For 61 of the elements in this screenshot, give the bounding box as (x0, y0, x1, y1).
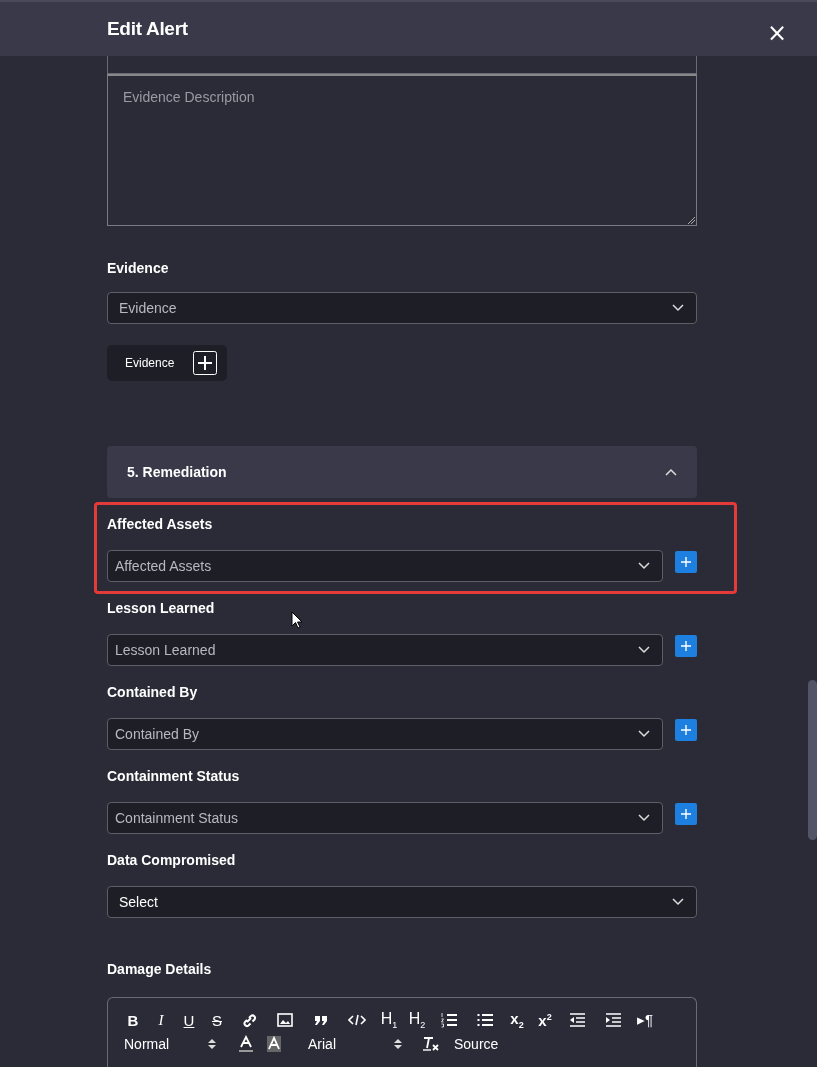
toolbar-button[interactable]: U (180, 1011, 198, 1029)
plus-icon (680, 808, 692, 820)
clear-format-icon[interactable] (422, 1036, 440, 1052)
cursor-icon (291, 611, 303, 629)
bullet-list-icon[interactable] (476, 1011, 494, 1029)
toolbar-button[interactable]: S (208, 1011, 226, 1029)
add-button[interactable] (675, 719, 697, 741)
add-button[interactable] (675, 803, 697, 825)
field-label: Containment Status (107, 768, 241, 785)
scrollbar[interactable] (808, 680, 817, 840)
section-header[interactable]: 5. Remediation (107, 446, 697, 498)
outdent-icon[interactable] (568, 1011, 586, 1029)
field-label: Evidence (107, 260, 170, 277)
add-button[interactable] (675, 551, 697, 573)
select-field[interactable]: Contained By (107, 718, 663, 750)
select-field[interactable]: Select (107, 886, 697, 918)
close-button[interactable]: × (766, 19, 787, 47)
resize-grip-icon[interactable] (687, 216, 695, 224)
plus-icon (680, 556, 692, 568)
chevron-down-icon (638, 562, 650, 570)
chevron-down-icon (638, 814, 650, 822)
add-button[interactable] (675, 635, 697, 657)
indent-icon[interactable] (604, 1011, 622, 1029)
chevron-down-icon (672, 898, 684, 906)
field-label: Affected Assets (107, 516, 214, 533)
source-button[interactable]: Source (454, 1036, 499, 1052)
chevron-down-icon (672, 304, 684, 312)
toolbar-button[interactable]: H$_{1}$ (380, 1009, 398, 1031)
select-field[interactable]: Affected Assets (107, 550, 663, 582)
section-title: 5. Remediation (127, 464, 227, 480)
toolbar-button[interactable]: B (124, 1011, 142, 1029)
text-color-icon[interactable] (238, 1035, 254, 1053)
description-field[interactable]: Evidence Description (107, 74, 697, 226)
field-label: Data Compromised (107, 852, 237, 869)
link-icon[interactable] (240, 1011, 258, 1029)
format-dropdown[interactable]: Normal (124, 1036, 170, 1052)
toolbar-button[interactable]: x$^{2}$ (536, 1011, 554, 1029)
add-evidence-button[interactable]: Evidence (107, 345, 227, 381)
sort-arrows-icon (208, 1038, 216, 1050)
image-icon[interactable] (276, 1011, 294, 1029)
font-dropdown[interactable]: Arial (308, 1036, 336, 1052)
chevron-up-icon (665, 468, 677, 476)
plus-icon (680, 640, 692, 652)
sort-arrows-icon (394, 1038, 402, 1050)
field-label: Lesson Learned (107, 600, 216, 617)
plus-icon (193, 351, 217, 375)
toolbar-button[interactable]: x$_{2}$ (508, 1010, 526, 1030)
field-label: Contained By (107, 684, 199, 701)
field-label: Damage Details (107, 961, 213, 978)
ordered-list-icon[interactable] (440, 1011, 458, 1029)
dialog-title: Edit Alert (107, 18, 188, 40)
select-field[interactable]: Containment Status (107, 802, 663, 834)
chevron-down-icon (638, 730, 650, 738)
toolbar-button[interactable]: I (152, 1011, 170, 1029)
plus-icon (680, 724, 692, 736)
highlight-color-icon[interactable] (266, 1035, 282, 1053)
chevron-down-icon (638, 646, 650, 654)
select-field[interactable]: Evidence (107, 292, 697, 324)
toolbar-button[interactable]: ▸¶ (636, 1011, 654, 1029)
select-field[interactable]: Lesson Learned (107, 634, 663, 666)
toolbar-button[interactable]: H$_{2}$ (408, 1009, 426, 1031)
